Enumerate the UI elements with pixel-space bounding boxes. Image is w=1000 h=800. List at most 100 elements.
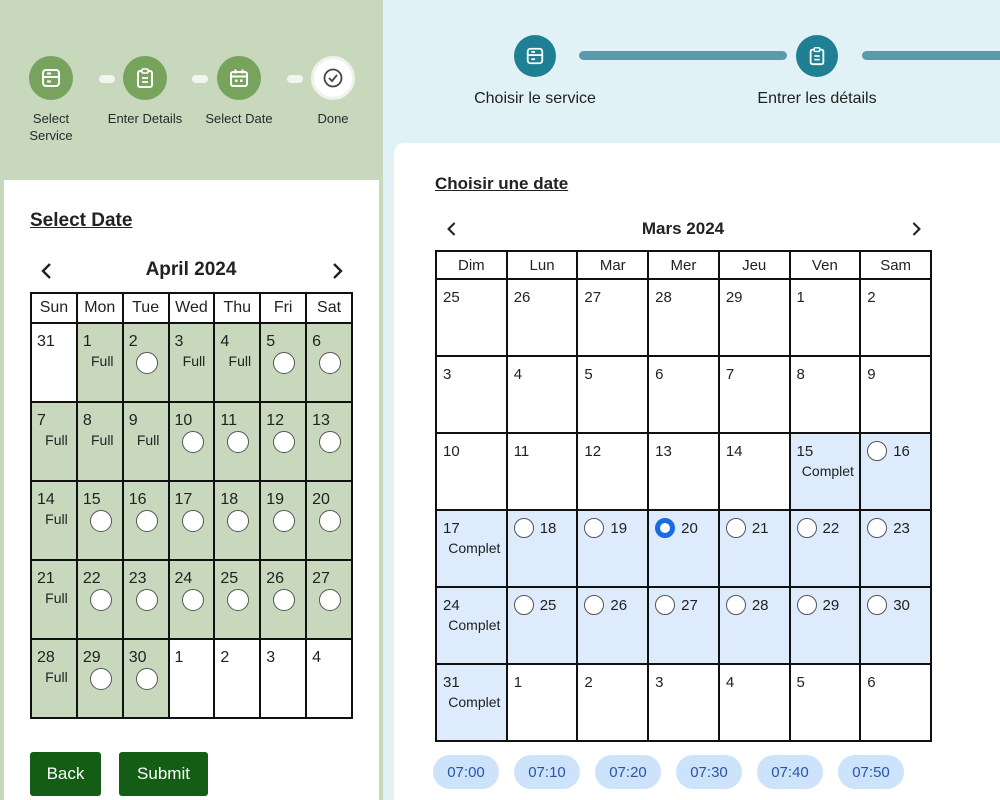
calendar-day-cell[interactable]: 30 (121, 638, 170, 719)
radio-day-row[interactable]: 29 (796, 595, 860, 615)
calendar-day-cell[interactable]: 25 (213, 559, 262, 640)
prev-month-button[interactable] (442, 219, 462, 239)
radio-day-row[interactable]: 18 (513, 518, 577, 538)
calendar-day-cell[interactable]: 24 (167, 559, 216, 640)
calendar-day-cell[interactable]: 23 (121, 559, 170, 640)
calendar-day-cell[interactable]: 23 (859, 509, 932, 588)
calendar-day-cell[interactable]: 29 (788, 586, 862, 665)
date-radio[interactable] (273, 589, 296, 611)
calendar-day-cell[interactable]: 10 (167, 401, 216, 482)
radio-day-row[interactable]: 20 (655, 518, 718, 538)
date-radio[interactable] (796, 595, 817, 615)
calendar-day-cell[interactable]: 22 (788, 509, 862, 588)
radio-day-row[interactable]: 21 (725, 518, 789, 538)
step-entrer-les-details[interactable]: Entrer les détails (747, 35, 887, 108)
calendar-day-cell[interactable]: 16 (859, 432, 932, 511)
radio-day-row[interactable]: 23 (867, 518, 930, 538)
calendar-day-cell[interactable]: 20 (647, 509, 720, 588)
calendar-day-cell[interactable]: 28 (717, 586, 791, 665)
day-number: 17 (443, 520, 460, 537)
step-choisir-le-service[interactable]: Choisir le service (465, 35, 605, 108)
calendar-day-cell[interactable]: 26 (576, 586, 650, 665)
date-radio[interactable] (584, 595, 605, 615)
time-slot-button[interactable]: 07:40 (757, 755, 823, 789)
date-radio[interactable] (584, 518, 605, 538)
calendar-day-cell[interactable]: 18 (505, 509, 579, 588)
date-radio[interactable] (513, 595, 534, 615)
date-radio[interactable] (796, 518, 817, 538)
step-done[interactable]: Done (293, 56, 373, 127)
calendar-day-cell[interactable]: 29 (75, 638, 124, 719)
date-radio[interactable] (135, 668, 158, 690)
step-select-service[interactable]: Select Service (11, 56, 91, 144)
calendar-day-cell[interactable]: 17 (167, 480, 216, 561)
calendar-day-cell[interactable]: 2 (121, 322, 170, 403)
date-radio[interactable] (273, 431, 296, 453)
calendar-day-cell[interactable]: 6 (305, 322, 353, 403)
calendar-day-cell[interactable]: 20 (305, 480, 353, 561)
radio-day-row[interactable]: 25 (513, 595, 577, 615)
radio-day-row[interactable]: 16 (867, 441, 930, 461)
date-radio[interactable] (319, 589, 342, 611)
date-radio[interactable] (89, 668, 112, 690)
date-radio[interactable] (319, 510, 342, 532)
radio-day-row[interactable]: 27 (655, 595, 718, 615)
date-radio[interactable] (89, 589, 112, 611)
calendar-day-cell[interactable]: 27 (305, 559, 353, 640)
next-month-button[interactable] (906, 219, 926, 239)
date-radio[interactable] (867, 595, 888, 615)
calendar-day-cell[interactable]: 16 (121, 480, 170, 561)
next-month-button[interactable] (326, 260, 348, 282)
calendar-day-cell[interactable]: 22 (75, 559, 124, 640)
radio-day-row[interactable]: 19 (584, 518, 647, 538)
date-radio[interactable] (227, 589, 250, 611)
calendar-day-cell[interactable]: 12 (259, 401, 308, 482)
radio-day-row[interactable]: 26 (584, 595, 647, 615)
date-radio[interactable] (135, 352, 158, 374)
calendar-day-cell[interactable]: 19 (259, 480, 308, 561)
date-radio[interactable] (725, 595, 746, 615)
date-radio-selected[interactable] (655, 518, 676, 538)
calendar-day-cell[interactable]: 11 (213, 401, 262, 482)
calendar-day-cell[interactable]: 21 (717, 509, 791, 588)
step-select-date[interactable]: Select Date (199, 56, 279, 127)
time-slot-button[interactable]: 07:00 (433, 755, 499, 789)
back-button[interactable]: Back (30, 752, 101, 796)
time-slot-button[interactable]: 07:10 (514, 755, 580, 789)
radio-day-row[interactable]: 22 (796, 518, 860, 538)
date-radio[interactable] (135, 589, 158, 611)
date-radio[interactable] (181, 589, 204, 611)
date-radio[interactable] (181, 510, 204, 532)
date-radio[interactable] (867, 441, 888, 461)
date-radio[interactable] (273, 352, 296, 374)
radio-day-row[interactable]: 28 (725, 595, 789, 615)
date-radio[interactable] (655, 595, 676, 615)
date-radio[interactable] (227, 431, 250, 453)
radio-day-row[interactable]: 30 (867, 595, 930, 615)
time-slot-button[interactable]: 07:50 (838, 755, 904, 789)
calendar-day-cell[interactable]: 30 (859, 586, 932, 665)
submit-button[interactable]: Submit (119, 752, 208, 796)
calendar-day-cell[interactable]: 15 (75, 480, 124, 561)
calendar-day-cell[interactable]: 5 (259, 322, 308, 403)
date-radio[interactable] (319, 352, 342, 374)
calendar-day-cell[interactable]: 19 (576, 509, 650, 588)
date-radio[interactable] (273, 510, 296, 532)
step-enter-details[interactable]: Enter Details (105, 56, 185, 127)
date-radio[interactable] (181, 431, 204, 453)
date-radio[interactable] (227, 510, 250, 532)
prev-month-button[interactable] (36, 260, 58, 282)
date-radio[interactable] (319, 431, 342, 453)
date-radio[interactable] (513, 518, 534, 538)
calendar-day-cell[interactable]: 27 (647, 586, 720, 665)
date-radio[interactable] (867, 518, 888, 538)
calendar-day-cell[interactable]: 25 (505, 586, 579, 665)
date-radio[interactable] (725, 518, 746, 538)
date-radio[interactable] (135, 510, 158, 532)
calendar-day-cell[interactable]: 26 (259, 559, 308, 640)
time-slot-button[interactable]: 07:30 (676, 755, 742, 789)
time-slot-button[interactable]: 07:20 (595, 755, 661, 789)
date-radio[interactable] (89, 510, 112, 532)
calendar-day-cell[interactable]: 18 (213, 480, 262, 561)
calendar-day-cell[interactable]: 13 (305, 401, 353, 482)
